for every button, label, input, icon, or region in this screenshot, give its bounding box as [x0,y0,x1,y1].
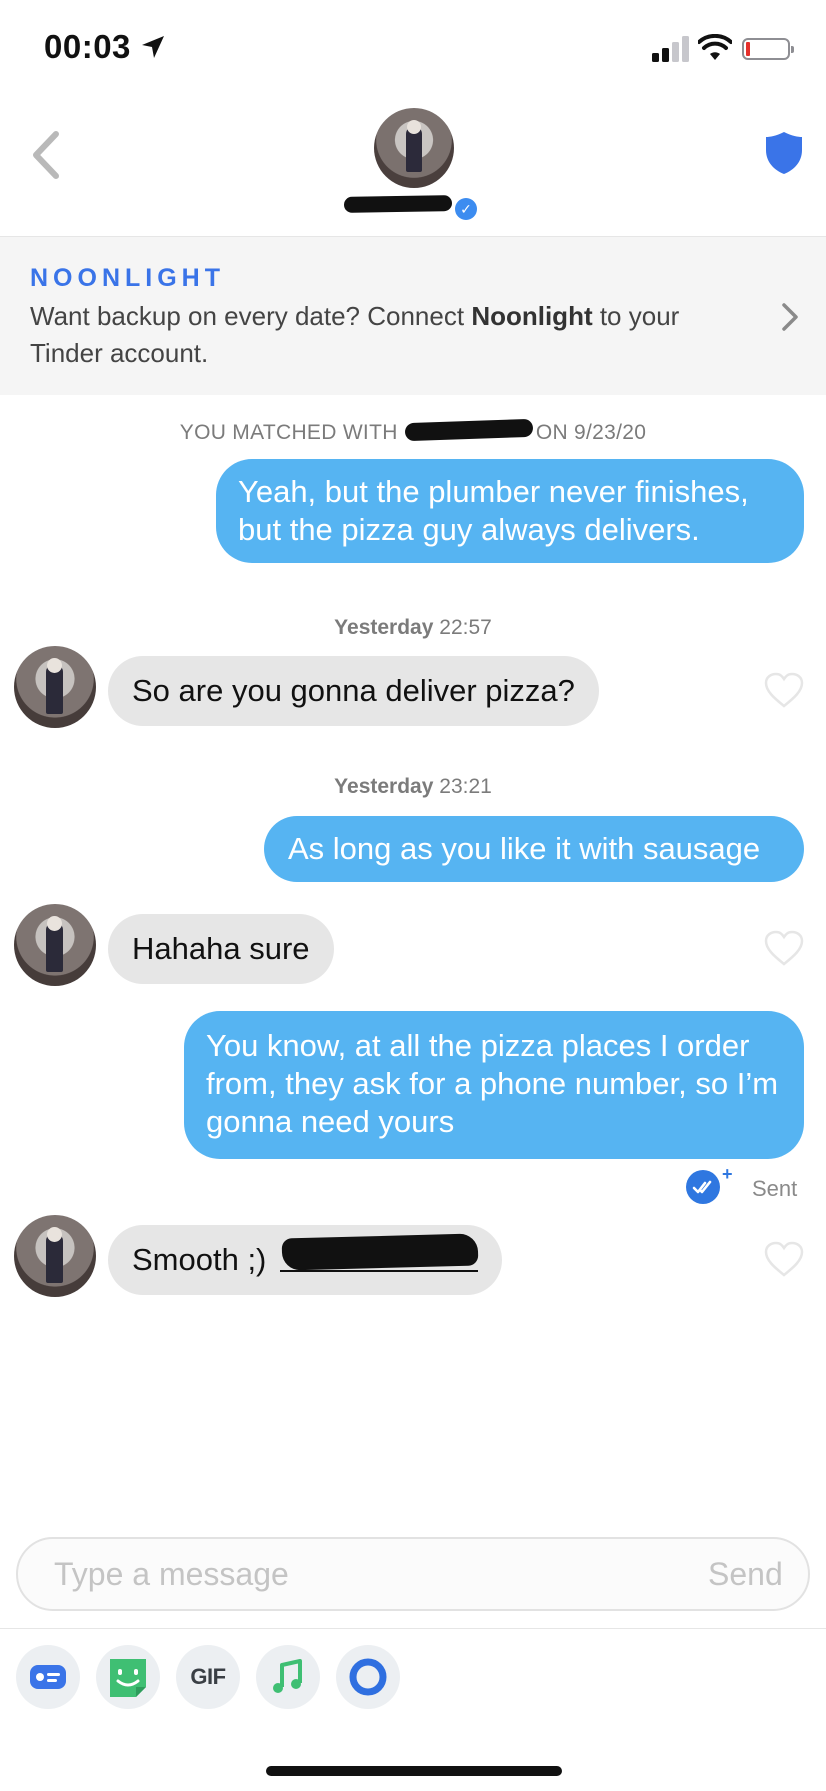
timestamp: Yesterday 22:57 [334,616,492,639]
message-incoming[interactable]: So are you gonna deliver pizza? [108,656,599,726]
sent-status: Sent [752,1176,798,1201]
message-outgoing[interactable]: Yeah, but the plumber never finishes, bu… [216,459,804,563]
contact-card-icon [30,1665,66,1689]
message-outgoing[interactable]: As long as you like it with sausage [264,816,804,882]
heart-icon[interactable] [764,930,804,966]
sticker-icon [110,1659,146,1697]
plus-icon: + [722,1164,733,1184]
message-text: Smooth ;) [132,1242,267,1277]
send-button[interactable]: Send [708,1556,783,1593]
back-chevron-icon[interactable] [28,130,62,180]
name-redaction [343,195,453,213]
sender-avatar[interactable] [14,904,96,986]
sender-avatar[interactable] [14,1215,96,1297]
timestamp: Yesterday 23:21 [334,775,492,798]
home-indicator [266,1766,562,1776]
message-incoming[interactable]: Hahaha sure [108,914,334,984]
phone-number-redaction [281,1233,479,1271]
sender-avatar[interactable] [14,646,96,728]
sticker-button[interactable] [96,1645,160,1709]
cellular-signal-icon [652,36,689,62]
music-button[interactable] [256,1645,320,1709]
safety-shield-icon[interactable] [764,130,804,176]
noonlight-logo: NOONLIGHT [30,264,225,292]
contact-card-button[interactable] [16,1645,80,1709]
status-time: 00:03 [44,28,131,65]
toolbar-divider [0,1628,826,1629]
banner-text: Want backup on every date? Connect Noonl… [30,301,680,368]
battery-icon [742,38,794,60]
message-outgoing[interactable]: You know, at all the pizza places I orde… [184,1011,804,1159]
heart-icon[interactable] [764,1241,804,1277]
loop-button[interactable] [336,1645,400,1709]
phone-link-underline [280,1270,478,1272]
wifi-icon [698,34,732,60]
loop-icon [349,1658,387,1696]
match-avatar[interactable] [374,108,454,188]
chevron-right-icon[interactable] [780,302,800,332]
heart-icon[interactable] [764,672,804,708]
double-check-icon [686,1170,720,1204]
message-input[interactable] [54,1556,614,1593]
gif-button[interactable]: GIF [176,1645,240,1709]
location-arrow-icon [142,36,164,58]
music-icon [273,1659,302,1693]
verified-badge-icon: ✓ [455,198,477,220]
gif-icon: GIF [190,1664,226,1689]
